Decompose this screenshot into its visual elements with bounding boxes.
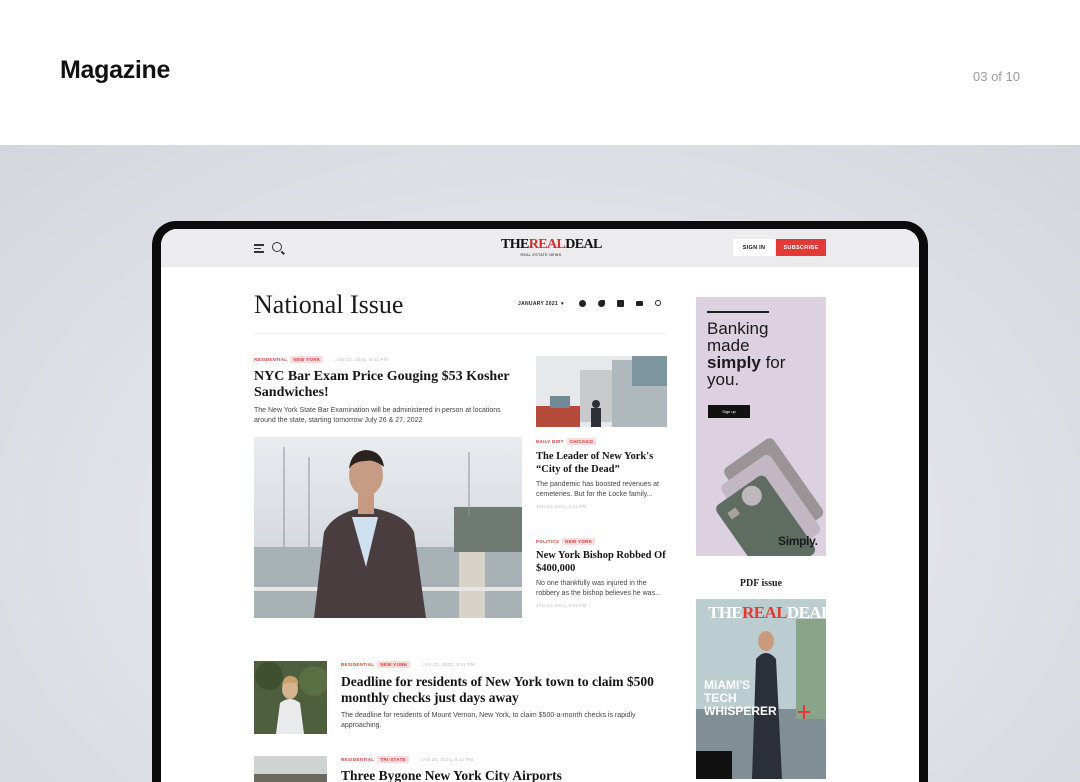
slide-header: Magazine 03 of 10 [0,0,1080,145]
article-excerpt: The deadline for residents of Mount Vern… [341,712,636,729]
article-tags: RESIDENTIAL TRI-STATE JAN 23, 2021, 9:11… [341,756,473,763]
location-tag[interactable]: NEW YORK [377,661,411,668]
caret-down-icon: ▾ [561,301,564,307]
article-excerpt: The New York State Bar Examination will … [254,407,501,424]
location-tag[interactable]: TRI-STATE [377,756,409,763]
logo-prefix: THE [501,237,529,252]
location-tag[interactable]: NEW YORK [290,356,324,363]
article-headline[interactable]: The Leader of New York's “City of the De… [536,450,668,476]
location-tag[interactable]: NEW YORK [562,538,596,545]
article-date: JAN 23, 2021, 9:11 PM [536,504,587,509]
category-tag[interactable]: RESIDENTIAL [341,757,374,762]
article-date: JAN 23, 2021, 9:11 PM [420,757,474,762]
cover-logo: THEREALDEAL [708,603,826,622]
divider [254,333,666,334]
ad-sign-up-button[interactable]: Sign up [708,405,750,418]
article-tags: RESIDENTIAL NEW YORK JAN 23, 2021, 9:11 … [341,661,475,668]
article-headline[interactable]: Three Bygone New York City Airports [341,768,671,782]
banking-advertisement[interactable]: Banking made simply for you. Sign up Sim… [696,297,826,556]
location-tag[interactable]: CHICAGO [566,438,597,445]
category-tag[interactable]: RESIDENTIAL [341,662,374,667]
slide-counter: 03 of 10 [973,69,1020,84]
slide-title: Magazine [60,56,171,84]
email-icon[interactable] [636,301,643,306]
article-date: JAN 23, 2021, 9:11 PM [422,662,475,667]
article-excerpt: No one thankfully was injured in the rob… [536,580,661,597]
article-thumbnail[interactable] [254,756,327,782]
article-headline[interactable]: Deadline for residents of New York town … [341,674,671,706]
hamburger-menu-icon[interactable] [254,244,264,253]
share-icon[interactable] [655,300,661,306]
pdf-issue-label: PDF issue [739,578,783,589]
linkedin-icon[interactable] [617,300,624,307]
article-excerpt: The pandemic has boosted revenues at cem… [536,481,659,498]
facebook-icon[interactable] [579,300,586,307]
article-thumbnail[interactable] [536,356,667,427]
article-tags: RESIDENTIAL NEW YORK JAN 23, 2021, 9:11 … [254,356,388,363]
article-headline[interactable]: NYC Bar Exam Price Gouging $53 Kosher Sa… [254,369,524,400]
logo-accent: REAL [528,237,566,252]
share-buttons [579,300,673,307]
issue-date-dropdown[interactable]: JANUARY 2021 ▾ [518,301,564,307]
twitter-icon[interactable] [598,300,605,307]
category-tag[interactable]: POLITICS [536,539,559,544]
sign-in-button[interactable]: SIGN IN [733,239,775,256]
article-tags: DAILY DIRT CHICAGO [536,438,608,445]
ad-headline: Banking made simply for you. [707,319,786,389]
ad-accent-bar [707,311,769,313]
site-logo[interactable]: THEREALDEAL REAL ESTATE NEWS [501,237,602,258]
issue-date-value: JANUARY 2021 [518,301,559,307]
article-headline[interactable]: New York Bishop Robbed Of $400,000 [536,549,668,575]
category-tag[interactable]: RESIDENTIAL [254,357,287,362]
browser-screen: THEREALDEAL REAL ESTATE NEWS SIGN IN SUB… [161,229,919,782]
category-tag[interactable]: DAILY DIRT [536,439,564,444]
magazine-cover[interactable]: THEREALDEAL MIAMI'STECHWHISPERER [696,599,826,779]
article-tags: POLITICS NEW YORK [536,538,607,545]
cover-headline: MIAMI'S TECH WHISPERER [704,678,777,718]
subscribe-button[interactable]: SUBSCRIBE [776,239,826,256]
article-date: JAN 23, 2021, 9:11 PM [335,357,388,362]
logo-suffix: DEAL [565,237,602,252]
feature-article-image[interactable] [254,437,522,618]
logo-tagline: REAL ESTATE NEWS [520,253,562,257]
article-date: JAN 23, 2021, 9:11 PM [536,603,587,608]
page-title: National Issue [254,290,404,319]
search-icon[interactable] [272,242,282,252]
ad-brand-logo: Simply. [778,534,818,548]
site-header: THEREALDEAL REAL ESTATE NEWS SIGN IN SUB… [161,229,919,267]
article-thumbnail[interactable] [254,661,327,734]
